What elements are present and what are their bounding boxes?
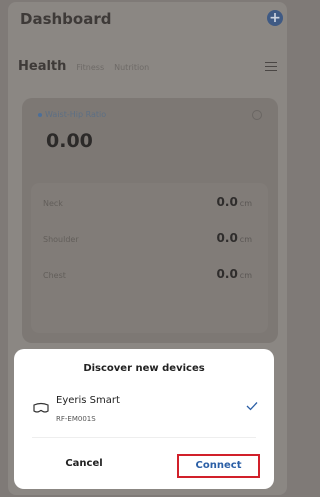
discover-devices-dialog: Discover new devices Eyeris Smart RF-EM0… — [14, 349, 274, 489]
measurement-value: 0.0 cm — [217, 231, 252, 245]
measurement-label: Neck — [43, 199, 63, 208]
tab-fitness[interactable]: Fitness — [76, 63, 104, 72]
tab-nutrition[interactable]: Nutrition — [114, 63, 149, 72]
menu-icon[interactable] — [265, 62, 277, 74]
health-card: Waist-Hip Ratio 0.00 Neck 0.0 cm Shoulder… — [22, 98, 278, 343]
measurement-label: Chest — [43, 271, 66, 280]
measurement-unit: cm — [239, 199, 252, 208]
measurement-label: Shoulder — [43, 235, 79, 244]
metric-dot-icon — [38, 112, 42, 117]
measurement-value: 0.0 cm — [217, 195, 252, 209]
dashboard-tabs: Health Fitness Nutrition — [18, 59, 149, 74]
add-button[interactable]: + — [267, 10, 283, 26]
vr-headset-icon — [33, 402, 49, 413]
connect-button[interactable]: Connect — [177, 454, 260, 478]
measurement-number: 0.0 — [216, 231, 238, 245]
page-title: Dashboard — [20, 10, 112, 28]
dialog-title: Discover new devices — [83, 363, 205, 374]
measurement-unit: cm — [239, 235, 252, 244]
measurement-value: 0.0 cm — [217, 267, 252, 281]
measurements-panel: Neck 0.0 cm Shoulder 0.0 cm Chest 0.0 cm — [31, 183, 268, 333]
device-name[interactable]: Eyeris Smart — [56, 395, 120, 406]
measurement-number: 0.0 — [216, 267, 238, 281]
cancel-button[interactable]: Cancel — [44, 455, 124, 473]
metric-label-text: Waist-Hip Ratio — [45, 110, 107, 119]
measurement-row-neck[interactable]: Neck 0.0 cm — [31, 195, 268, 215]
info-icon[interactable] — [252, 110, 262, 120]
checkmark-icon — [246, 402, 258, 411]
metric-value: 0.00 — [46, 130, 93, 152]
measurement-unit: cm — [239, 271, 252, 280]
tab-health[interactable]: Health — [18, 59, 66, 74]
metric-label: Waist-Hip Ratio — [38, 110, 106, 119]
device-id: RF-EM001S — [56, 415, 96, 423]
measurement-number: 0.0 — [216, 195, 238, 209]
measurement-row-chest[interactable]: Chest 0.0 cm — [31, 267, 268, 287]
measurement-row-shoulder[interactable]: Shoulder 0.0 cm — [31, 231, 268, 251]
divider — [32, 437, 256, 438]
